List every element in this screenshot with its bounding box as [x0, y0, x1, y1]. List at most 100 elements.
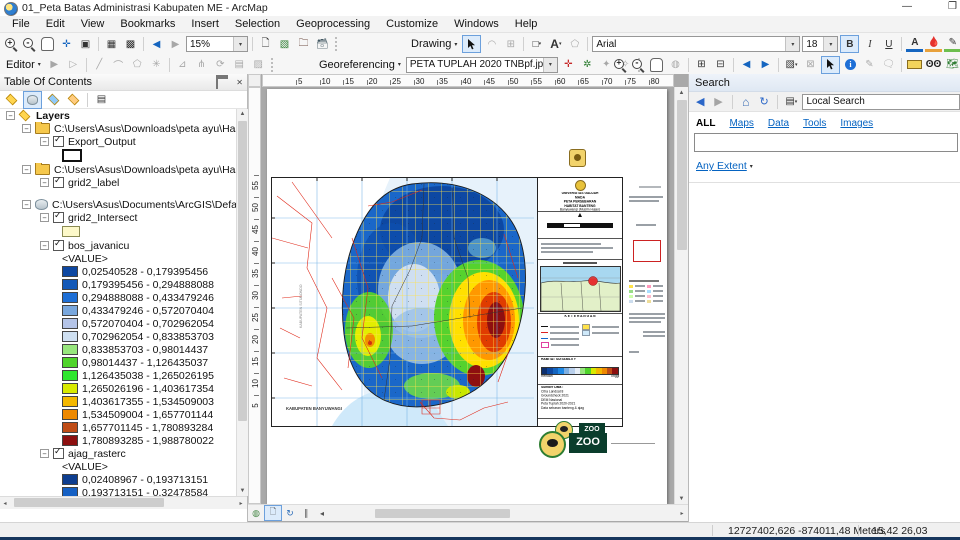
italic-button[interactable]: I: [861, 36, 878, 52]
map-scale-combo[interactable]: 15% ▾: [186, 36, 248, 52]
toc-layer-row[interactable]: − ✓ grid2_Intersect: [0, 211, 236, 224]
toc-layer-row[interactable]: − ✓ ajag_rasterc: [0, 447, 236, 460]
sketch-properties-icon[interactable]: ▨: [250, 57, 267, 73]
identify-icon[interactable]: i: [842, 57, 859, 73]
menu-customize[interactable]: Customize: [378, 18, 446, 30]
add-data-icon[interactable]: 🗋: [257, 36, 274, 52]
arctoolbox-icon[interactable]: 🗃: [314, 36, 331, 52]
add-control-points-icon[interactable]: ✛: [560, 57, 577, 73]
list-by-visibility-icon[interactable]: [45, 92, 62, 108]
shape-tool-icon[interactable]: □ ▾: [528, 36, 545, 52]
html-popup-icon[interactable]: 🗨: [880, 57, 897, 73]
font-combo[interactable]: Arial ▾: [592, 36, 801, 52]
tools-zoom-in-icon[interactable]: +: [612, 57, 628, 73]
underline-button[interactable]: U: [880, 36, 897, 52]
toc-group-row[interactable]: −C:\Users\Asus\Documents\ArcGIS\Default.…: [0, 198, 236, 211]
search-index-options-icon[interactable]: ▤ ▾: [784, 94, 798, 110]
toc-vertical-scrollbar[interactable]: ▲ ▼: [236, 109, 248, 496]
legend-class-row[interactable]: 0,572070404 - 0,702962054: [0, 317, 236, 330]
tools-full-extent-icon[interactable]: ◍: [667, 57, 684, 73]
text-tool-icon[interactable]: A ▾: [547, 36, 564, 52]
list-by-source-icon[interactable]: [23, 90, 42, 109]
tools-back-icon[interactable]: ◀: [738, 57, 755, 73]
toc-options-icon[interactable]: ▤: [93, 92, 110, 108]
toc-layer-row[interactable]: − ✓ grid2_label: [0, 176, 236, 189]
cut-polygons-icon[interactable]: ⊿: [174, 57, 191, 73]
legend-class-row[interactable]: 0,833853703 - 0,98014437: [0, 343, 236, 356]
layout-view-button[interactable]: 🗋: [264, 505, 282, 521]
legend-class-row[interactable]: 1,265026196 - 1,403617354: [0, 382, 236, 395]
scroll-left-arrow[interactable]: ◂: [314, 506, 330, 520]
rotate-icon[interactable]: ⟳: [212, 57, 229, 73]
zoom-in-icon[interactable]: +: [3, 36, 19, 52]
search-tab-all[interactable]: ALL: [696, 118, 715, 129]
split-icon[interactable]: ⋔: [193, 57, 210, 73]
layer-symbol-row[interactable]: [0, 148, 236, 163]
search-scope-combo[interactable]: Local Search: [802, 93, 960, 110]
line-color-button[interactable]: ✎: [944, 36, 960, 52]
search-tab-maps[interactable]: Maps: [729, 118, 753, 129]
legend-class-row[interactable]: 0,193713151 - 0,32478584: [0, 486, 236, 496]
tools-fixed-zoom-out-icon[interactable]: ⊟: [712, 57, 729, 73]
attributes-icon[interactable]: ▤: [231, 57, 248, 73]
menu-insert[interactable]: Insert: [183, 18, 227, 30]
legend-class-row[interactable]: 1,534509004 - 1,657701144: [0, 408, 236, 421]
pause-drawing-button[interactable]: ∥: [298, 506, 314, 520]
map-frame[interactable]: KABUPATEN BANYUWANGI KABUPATEN SITUBONDO…: [271, 177, 623, 439]
menu-windows[interactable]: Windows: [446, 18, 507, 30]
toc-horizontal-scrollbar[interactable]: ◂ ▸: [0, 496, 247, 509]
list-by-drawing-order-icon[interactable]: [3, 92, 20, 108]
legend-class-row[interactable]: 1,780893285 - 1,988780022: [0, 434, 236, 447]
tools-zoom-out-icon[interactable]: -: [630, 57, 646, 73]
minimize-button[interactable]: —: [902, 1, 912, 12]
legend-class-row[interactable]: 1,126435038 - 1,265026195: [0, 369, 236, 382]
data-view-button[interactable]: ◍: [248, 506, 264, 520]
map-horizontal-scrollbar[interactable]: ▸: [330, 507, 688, 519]
tools-forward-icon[interactable]: ▶: [757, 57, 774, 73]
edit-annotation-icon[interactable]: ▷: [65, 57, 82, 73]
legend-class-row[interactable]: 1,657701145 - 1,780893284: [0, 421, 236, 434]
menu-file[interactable]: File: [4, 18, 38, 30]
select-features-icon[interactable]: ▧ ▾: [783, 57, 800, 73]
auto-registration-icon[interactable]: ✲: [579, 57, 596, 73]
menu-geoprocessing[interactable]: Geoprocessing: [288, 18, 378, 30]
layer-checkbox[interactable]: ✓: [53, 239, 64, 251]
menu-bookmarks[interactable]: Bookmarks: [112, 18, 183, 30]
legend-class-row[interactable]: 0,98014437 - 1,126435037: [0, 356, 236, 369]
measure-icon[interactable]: [906, 57, 923, 73]
legend-class-row[interactable]: 0,02540528 - 0,179395456: [0, 265, 236, 278]
zoom-layer-icon[interactable]: ▣: [77, 36, 94, 52]
tools-pan-icon[interactable]: [648, 57, 665, 73]
search-tab-images[interactable]: Images: [840, 118, 873, 129]
search-tab-tools[interactable]: Tools: [803, 118, 826, 129]
georeferencing-menu[interactable]: Georeferencing ▾: [316, 59, 404, 71]
legend-class-row[interactable]: 0,179395456 - 0,294888088: [0, 278, 236, 291]
legend-class-row[interactable]: 1,403617355 - 1,534509003: [0, 395, 236, 408]
tools-select-elements-icon[interactable]: [821, 55, 840, 74]
legend-class-row[interactable]: 0,294888088 - 0,433479246: [0, 291, 236, 304]
menu-help[interactable]: Help: [507, 18, 546, 30]
layout-canvas[interactable]: KABUPATEN BANYUWANGI KABUPATEN SITUBONDO…: [261, 87, 674, 504]
edit-vertices-icon[interactable]: ⬠: [566, 36, 583, 52]
select-elements-icon[interactable]: [462, 35, 482, 53]
any-extent-link[interactable]: Any Extent: [696, 160, 747, 172]
find-route-icon[interactable]: 🗺: [944, 57, 960, 73]
menu-selection[interactable]: Selection: [227, 18, 288, 30]
back-extent-icon[interactable]: ◀: [148, 36, 165, 52]
search-home-icon[interactable]: ⌂: [739, 94, 753, 110]
maximize-button[interactable]: ❐: [948, 1, 957, 12]
search-forward-icon[interactable]: ▶: [711, 94, 725, 110]
pan-icon[interactable]: [39, 36, 56, 52]
point-icon[interactable]: ✳: [148, 57, 165, 73]
legend-class-row[interactable]: 0,02408967 - 0,193713151: [0, 473, 236, 486]
search-tab-data[interactable]: Data: [768, 118, 789, 129]
toc-layer-row[interactable]: − ✓ bos_javanicu: [0, 239, 236, 252]
list-by-selection-icon[interactable]: [65, 92, 82, 108]
table-options-icon[interactable]: 🗀: [295, 36, 312, 52]
layer-checkbox[interactable]: ✓: [53, 447, 64, 459]
menu-view[interactable]: View: [73, 18, 113, 30]
forward-extent-icon[interactable]: ▶: [167, 36, 184, 52]
clear-selection-icon[interactable]: ⊠: [802, 57, 819, 73]
endpoint-arc-icon[interactable]: ⌒: [110, 57, 127, 73]
fixed-zoom-out-icon[interactable]: ▩: [122, 36, 139, 52]
